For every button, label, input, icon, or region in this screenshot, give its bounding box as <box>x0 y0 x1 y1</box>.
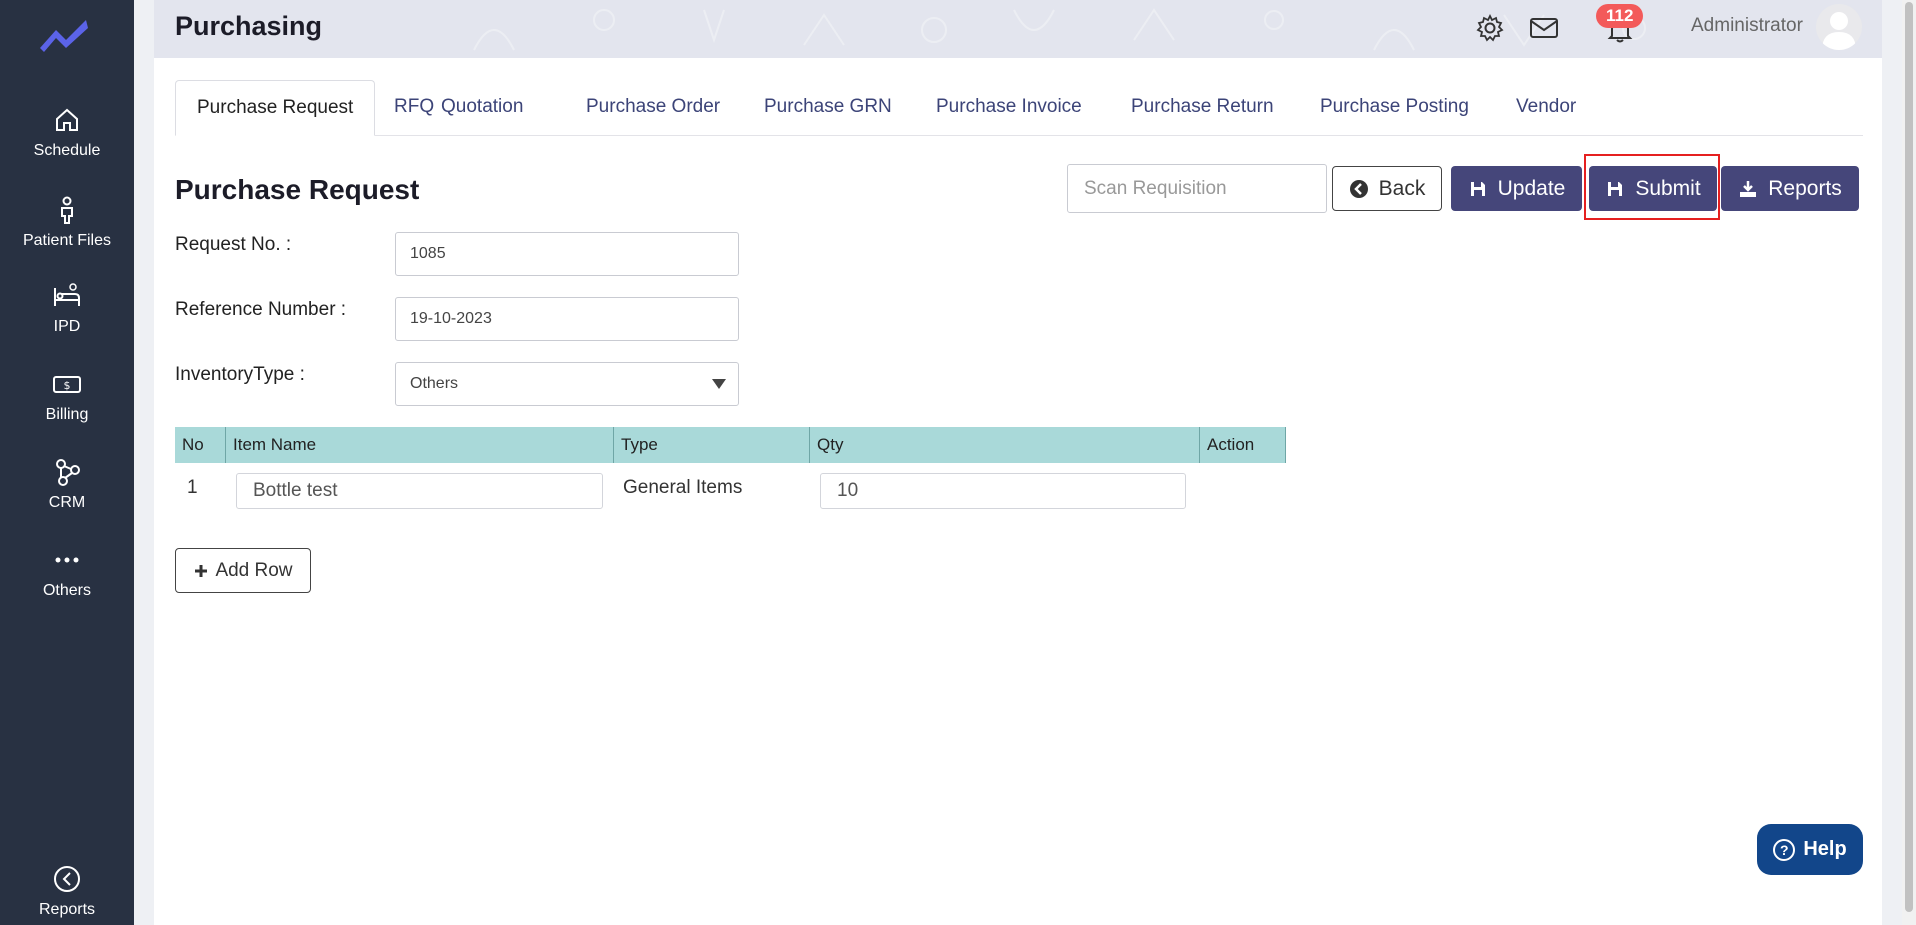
notification-badge: 112 <box>1596 4 1644 28</box>
home-icon <box>56 108 78 131</box>
mail-icon[interactable] <box>1528 12 1560 44</box>
scrollbar-thumb[interactable] <box>1905 2 1913 912</box>
header-item-name: Item Name <box>225 427 613 463</box>
inventory-type-value: Others <box>410 375 459 392</box>
section-title: Purchase Request <box>175 174 420 205</box>
submit-button[interactable]: Submit <box>1589 166 1717 211</box>
sidebar-item-crm[interactable]: CRM <box>0 456 134 512</box>
inventory-type-label: InventoryType : <box>175 364 305 385</box>
item-name-input[interactable]: Bottle test <box>236 473 603 509</box>
sidebar: Schedule Patient Files IPD $ Billing CRM… <box>0 0 134 925</box>
sidebar-item-label: Schedule <box>33 142 101 159</box>
header-qty: Qty <box>809 427 1199 463</box>
tab-bar: Purchase Request RFQ Quotation Purchase … <box>175 80 1863 136</box>
dots-icon <box>55 557 79 563</box>
sidebar-item-ipd[interactable]: IPD <box>0 280 134 336</box>
help-button[interactable]: ? Help <box>1757 824 1863 875</box>
download-icon <box>1740 180 1757 197</box>
chevron-down-icon <box>712 379 726 389</box>
row-type: General Items <box>623 477 743 498</box>
back-arrow-icon <box>1349 179 1368 198</box>
tab-quotation[interactable]: Quotation <box>420 80 544 136</box>
reference-number-field[interactable]: 19-10-2023 <box>395 297 739 341</box>
row-no: 1 <box>187 477 198 498</box>
back-button[interactable]: Back <box>1332 166 1442 211</box>
money-icon: $ <box>53 376 81 393</box>
table-row: 1 Bottle test General Items 10 <box>175 463 1286 519</box>
person-icon <box>61 196 73 224</box>
tab-purchase-request[interactable]: Purchase Request <box>175 80 376 136</box>
sidebar-item-label: Billing <box>45 406 89 423</box>
reference-number-label: Reference Number : <box>175 299 347 320</box>
tab-purchase-return[interactable]: Purchase Return <box>1110 80 1295 136</box>
sidebar-item-reports[interactable]: Reports <box>0 863 134 919</box>
inventory-type-select[interactable]: Others <box>395 362 739 406</box>
tab-purchase-order[interactable]: Purchase Order <box>565 80 741 136</box>
help-label: Help <box>1803 838 1847 860</box>
sidebar-item-label: IPD <box>53 318 81 335</box>
bed-icon <box>54 283 80 306</box>
tab-purchase-posting[interactable]: Purchase Posting <box>1299 80 1490 136</box>
network-icon <box>56 459 80 486</box>
save-icon <box>1470 181 1485 196</box>
page-title: Purchasing <box>175 11 323 41</box>
update-label: Update <box>1497 176 1566 200</box>
avatar[interactable] <box>1816 4 1862 50</box>
submit-label: Submit <box>1635 176 1701 200</box>
sidebar-item-billing[interactable]: $ Billing <box>0 368 134 424</box>
top-bar: Purchasing 112 Administrator <box>154 0 1882 58</box>
header-type: Type <box>613 427 809 463</box>
back-label: Back <box>1378 176 1426 200</box>
save-icon <box>1608 181 1623 196</box>
sidebar-item-schedule[interactable]: Schedule <box>0 104 134 160</box>
header-no: No <box>182 435 204 454</box>
main-content: Purchasing 112 Administrator Purchase Re… <box>154 0 1882 925</box>
question-icon: ? <box>1773 838 1796 861</box>
request-no-label: Request No. : <box>175 234 292 255</box>
tab-vendor[interactable]: Vendor <box>1495 80 1597 136</box>
qty-input[interactable]: 10 <box>820 473 1186 509</box>
tab-purchase-grn[interactable]: Purchase GRN <box>743 80 913 136</box>
request-no-field[interactable]: 1085 <box>395 232 739 276</box>
reports-label: Reports <box>1768 176 1842 200</box>
user-name[interactable]: Administrator <box>1691 15 1803 37</box>
table-header: No Item Name Type Qty Action <box>175 427 1286 463</box>
chart-icon <box>54 866 80 892</box>
sidebar-item-label: Others <box>42 582 91 599</box>
items-table: No Item Name Type Qty Action 1 Bottle te… <box>175 427 1286 519</box>
sidebar-item-patient-files[interactable]: Patient Files <box>0 194 134 250</box>
sidebar-item-label: Patient Files <box>22 232 112 249</box>
sidebar-item-label: Reports <box>38 901 96 918</box>
scan-requisition-input[interactable] <box>1067 164 1327 213</box>
sidebar-item-label: CRM <box>48 494 86 511</box>
add-row-button[interactable]: Add Row <box>175 548 311 593</box>
sidebar-item-others[interactable]: Others <box>0 544 134 600</box>
header-action: Action <box>1199 427 1286 463</box>
gear-icon[interactable] <box>1474 12 1506 44</box>
tab-purchase-invoice[interactable]: Purchase Invoice <box>915 80 1103 136</box>
update-button[interactable]: Update <box>1451 166 1582 211</box>
avatar-icon <box>1822 12 1856 50</box>
plus-icon <box>195 564 208 577</box>
logo-icon[interactable] <box>36 14 92 54</box>
svg-text:$: $ <box>64 379 71 392</box>
add-row-label: Add Row <box>215 559 293 581</box>
reports-button[interactable]: Reports <box>1721 166 1859 211</box>
scrollbar[interactable] <box>1902 0 1916 925</box>
